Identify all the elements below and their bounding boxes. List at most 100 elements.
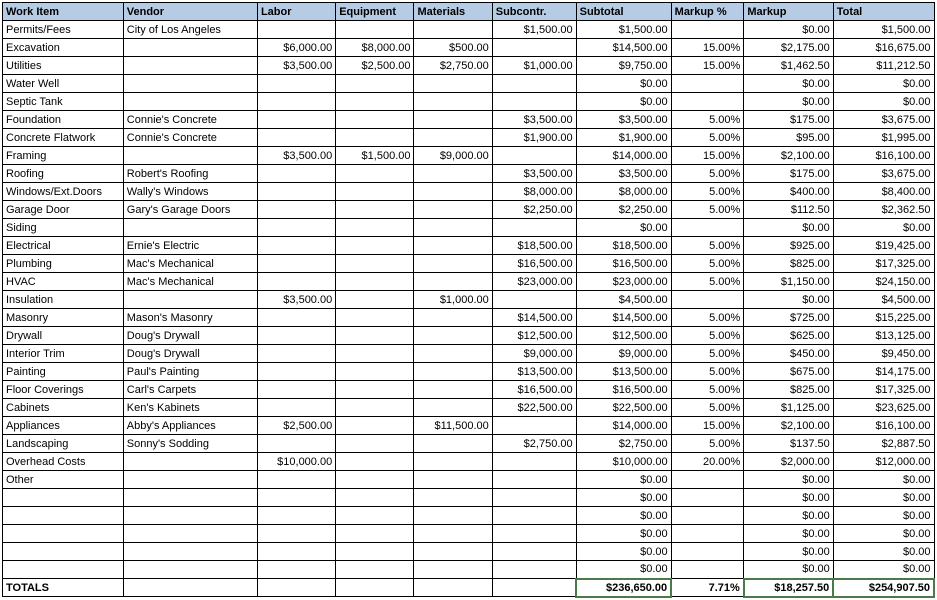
cell-total[interactable]: $12,000.00 xyxy=(833,453,934,471)
cell-mpct[interactable]: 20.00% xyxy=(671,453,744,471)
cell-equip[interactable] xyxy=(336,345,414,363)
cell-mpct[interactable]: 15.00% xyxy=(671,57,744,75)
cell-labor[interactable] xyxy=(257,75,335,93)
cell-work[interactable]: Water Well xyxy=(3,75,124,93)
cell-labor[interactable] xyxy=(257,183,335,201)
cell-subt[interactable]: $0.00 xyxy=(576,489,671,507)
cell-equip[interactable] xyxy=(336,201,414,219)
cell-work[interactable]: HVAC xyxy=(3,273,124,291)
cell-mpct[interactable] xyxy=(671,291,744,309)
cell-mpct[interactable] xyxy=(671,543,744,561)
cell-labor[interactable]: $3,500.00 xyxy=(257,291,335,309)
cell-vendor[interactable] xyxy=(123,561,257,579)
cell-labor[interactable] xyxy=(257,111,335,129)
cell-mark[interactable]: $175.00 xyxy=(744,165,833,183)
cell-sub[interactable]: $18,500.00 xyxy=(492,237,576,255)
cell-sub[interactable]: $8,000.00 xyxy=(492,183,576,201)
cell-vendor[interactable] xyxy=(123,525,257,543)
cell-total[interactable]: $16,100.00 xyxy=(833,147,934,165)
cell-mark[interactable]: $675.00 xyxy=(744,363,833,381)
cell-subt[interactable]: $18,500.00 xyxy=(576,237,671,255)
cell-equip[interactable] xyxy=(336,561,414,579)
cell-mark[interactable]: $112.50 xyxy=(744,201,833,219)
cell-sub[interactable] xyxy=(492,525,576,543)
cell-mpct[interactable] xyxy=(671,75,744,93)
cell-vendor[interactable]: Ernie's Electric xyxy=(123,237,257,255)
cell-equip[interactable] xyxy=(336,507,414,525)
cell-equip[interactable]: $8,000.00 xyxy=(336,39,414,57)
cell-sub[interactable]: $1,900.00 xyxy=(492,129,576,147)
cell-mark[interactable]: $0.00 xyxy=(744,543,833,561)
cell-mat[interactable] xyxy=(414,219,492,237)
cell-mpct[interactable]: 5.00% xyxy=(671,165,744,183)
cell-total[interactable]: $2,887.50 xyxy=(833,435,934,453)
cell-subt[interactable]: $4,500.00 xyxy=(576,291,671,309)
cell-labor[interactable] xyxy=(257,201,335,219)
cell-sub[interactable] xyxy=(492,291,576,309)
cell-labor[interactable]: $2,500.00 xyxy=(257,417,335,435)
cell-mpct[interactable]: 5.00% xyxy=(671,111,744,129)
cell-equip[interactable] xyxy=(336,381,414,399)
cell-mark[interactable]: $2,000.00 xyxy=(744,453,833,471)
cell-labor[interactable]: $3,500.00 xyxy=(257,57,335,75)
cell-equip[interactable] xyxy=(336,129,414,147)
cell-equip[interactable] xyxy=(336,471,414,489)
cell-vendor[interactable] xyxy=(123,489,257,507)
cell-labor[interactable] xyxy=(257,561,335,579)
cell-mpct[interactable] xyxy=(671,489,744,507)
cell-work[interactable]: Roofing xyxy=(3,165,124,183)
cell-vendor[interactable] xyxy=(123,471,257,489)
cell-sub[interactable] xyxy=(492,489,576,507)
cell-mpct[interactable]: 5.00% xyxy=(671,183,744,201)
cell-labor[interactable] xyxy=(257,21,335,39)
cell-vendor[interactable]: Wally's Windows xyxy=(123,183,257,201)
cell-total[interactable]: $0.00 xyxy=(833,93,934,111)
cell-vendor[interactable]: Paul's Painting xyxy=(123,363,257,381)
cell-equip[interactable] xyxy=(336,93,414,111)
cell-total[interactable]: $1,500.00 xyxy=(833,21,934,39)
cell-total[interactable]: $0.00 xyxy=(833,525,934,543)
cell-vendor[interactable]: Mason's Masonry xyxy=(123,309,257,327)
cell-work[interactable]: Drywall xyxy=(3,327,124,345)
cell-work[interactable]: Foundation xyxy=(3,111,124,129)
cell-mat[interactable] xyxy=(414,327,492,345)
cell-total[interactable]: $0.00 xyxy=(833,489,934,507)
cell-total[interactable]: $15,225.00 xyxy=(833,309,934,327)
cell-vendor[interactable] xyxy=(123,219,257,237)
cell-mark[interactable]: $825.00 xyxy=(744,255,833,273)
cell-mark[interactable]: $2,175.00 xyxy=(744,39,833,57)
cell-mat[interactable] xyxy=(414,165,492,183)
cell-mpct[interactable]: 15.00% xyxy=(671,147,744,165)
cell-sub[interactable] xyxy=(492,561,576,579)
cell-vendor[interactable]: Gary's Garage Doors xyxy=(123,201,257,219)
cell-equip[interactable]: $2,500.00 xyxy=(336,57,414,75)
cell-subt[interactable]: $3,500.00 xyxy=(576,111,671,129)
cell-work[interactable]: Garage Door xyxy=(3,201,124,219)
cell-mpct[interactable]: 5.00% xyxy=(671,237,744,255)
cell-sub[interactable] xyxy=(492,417,576,435)
cell-sub[interactable]: $13,500.00 xyxy=(492,363,576,381)
cell-work[interactable]: Other xyxy=(3,471,124,489)
cell-mark[interactable]: $0.00 xyxy=(744,489,833,507)
cell-total[interactable]: $16,675.00 xyxy=(833,39,934,57)
cell-equip[interactable] xyxy=(336,525,414,543)
cell-vendor[interactable]: Connie's Concrete xyxy=(123,129,257,147)
cell-vendor[interactable]: Mac's Mechanical xyxy=(123,255,257,273)
cell-subt[interactable]: $2,250.00 xyxy=(576,201,671,219)
cell-subt[interactable]: $23,000.00 xyxy=(576,273,671,291)
cell-sub[interactable] xyxy=(492,471,576,489)
cell-subt[interactable]: $22,500.00 xyxy=(576,399,671,417)
cell-total[interactable]: $23,625.00 xyxy=(833,399,934,417)
cell-total[interactable]: $16,100.00 xyxy=(833,417,934,435)
cell-mat[interactable] xyxy=(414,543,492,561)
cell-equip[interactable] xyxy=(336,219,414,237)
cell-mat[interactable] xyxy=(414,345,492,363)
cell-subt[interactable]: $13,500.00 xyxy=(576,363,671,381)
cell-equip[interactable] xyxy=(336,489,414,507)
cell-mark[interactable]: $95.00 xyxy=(744,129,833,147)
cell-mpct[interactable]: 5.00% xyxy=(671,435,744,453)
cell-total[interactable]: $17,325.00 xyxy=(833,255,934,273)
cell-subt[interactable]: $0.00 xyxy=(576,93,671,111)
cell-mpct[interactable]: 15.00% xyxy=(671,39,744,57)
cell-subt[interactable]: $0.00 xyxy=(576,219,671,237)
